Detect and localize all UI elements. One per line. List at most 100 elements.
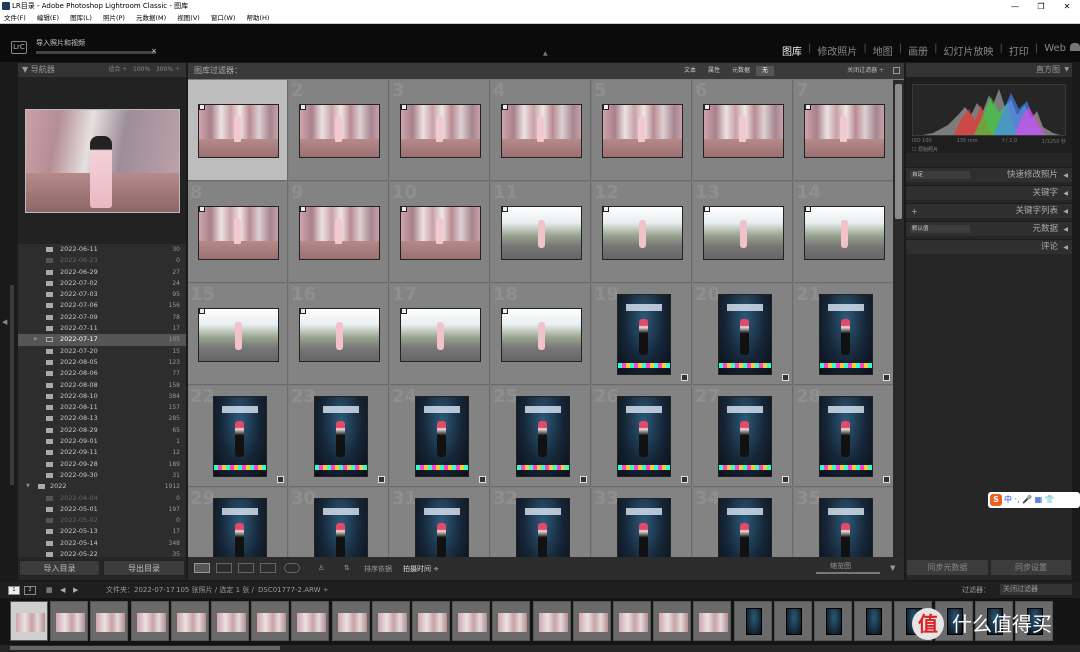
folder-item[interactable]: 2022-08-05 123	[18, 357, 186, 368]
grid-cell[interactable]: 31	[390, 488, 490, 557]
sync-metadata-button[interactable]: 同步元数据	[907, 560, 988, 575]
develop-badge-icon[interactable]	[378, 476, 385, 483]
grid-cell[interactable]: 24	[390, 386, 490, 487]
forward-icon[interactable]: ▶	[73, 582, 78, 598]
grid-cell[interactable]: 4	[491, 80, 591, 181]
grid-cell[interactable]: 20	[693, 284, 793, 385]
grid-cell[interactable]: 12	[592, 182, 692, 283]
filmstrip-cell[interactable]	[613, 601, 651, 641]
folder-item[interactable]: 2022-05-13 17	[18, 526, 186, 537]
lock-icon[interactable]	[893, 67, 900, 74]
expand-icon[interactable]: ◀	[1063, 186, 1068, 201]
left-panel-scrollbar[interactable]	[10, 285, 14, 485]
cloud-icon[interactable]	[1070, 43, 1080, 51]
grid-cell[interactable]: 32	[491, 488, 591, 557]
folder-item[interactable]: 2022-08-29 65	[18, 425, 186, 436]
filter-tab-attribute[interactable]: 属性	[702, 66, 726, 76]
folder-item[interactable]: 2022-07-06 156	[18, 300, 186, 311]
photo-thumbnail[interactable]	[804, 104, 885, 158]
filmstrip-cell[interactable]	[331, 601, 370, 641]
grid-cell[interactable]: 9	[289, 182, 389, 283]
zoom-300[interactable]: 300%	[156, 66, 173, 73]
folder-item[interactable]: 2022-07-03 95	[18, 289, 186, 300]
develop-badge-icon[interactable]	[580, 476, 587, 483]
keywording-header[interactable]: 关键字 ◀	[906, 185, 1072, 200]
filmstrip-cell[interactable]	[412, 601, 450, 641]
metadata-header[interactable]: 默认值 元数据 ◀	[906, 221, 1072, 236]
grid-cell[interactable]: 3	[390, 80, 490, 181]
photo-thumbnail[interactable]	[617, 396, 671, 477]
develop-badge-icon[interactable]	[277, 476, 284, 483]
folder-item[interactable]: 2022-08-11 157	[18, 402, 186, 413]
photo-thumbnail[interactable]	[501, 104, 582, 158]
develop-badge-icon[interactable]	[883, 374, 890, 381]
develop-badge-icon[interactable]	[681, 374, 688, 381]
filmstrip-cell[interactable]	[492, 601, 531, 641]
folder-item[interactable]: 2022-06-23 0	[18, 255, 186, 266]
folder-item[interactable]: 2022-06-29 27	[18, 267, 186, 278]
original-photo-toggle[interactable]: ☐ 原始照片	[912, 146, 938, 153]
grid-cell[interactable]: 8	[188, 182, 288, 283]
filmstrip-cell[interactable]	[814, 601, 852, 641]
grid-cell[interactable]: 21	[794, 284, 893, 385]
photo-thumbnail[interactable]	[299, 206, 380, 260]
menu-file[interactable]: 文件(F)	[4, 14, 26, 22]
grid-cell[interactable]: 11	[491, 182, 591, 283]
import-cancel-icon[interactable]: ×	[151, 47, 157, 55]
photo-thumbnail[interactable]	[314, 498, 368, 557]
collapse-left-icon[interactable]: ◀	[2, 318, 7, 326]
folder-item[interactable]: ▶ 2022-07-17 105	[18, 334, 186, 346]
zoom-fit[interactable]: 适合	[108, 66, 120, 73]
ime-toolbar[interactable]: S中 ·, 🎤 ▦ 👕	[988, 492, 1080, 508]
painter-icon[interactable]: ♙	[318, 564, 324, 572]
people-view-icon[interactable]	[284, 563, 300, 573]
folder-item[interactable]: 2022-05-14 348	[18, 538, 186, 549]
main-window-button[interactable]: 1	[8, 586, 20, 595]
photo-thumbnail[interactable]	[501, 308, 582, 362]
back-icon[interactable]: ◀	[60, 582, 65, 598]
photo-thumbnail[interactable]	[819, 396, 873, 477]
develop-badge-icon[interactable]	[782, 374, 789, 381]
photo-thumbnail[interactable]	[602, 104, 683, 158]
module-slideshow[interactable]: 幻灯片放映	[937, 43, 999, 58]
grid-cell[interactable]: 14	[794, 182, 893, 283]
menu-photo[interactable]: 照片(P)	[103, 14, 125, 22]
develop-badge-icon[interactable]	[782, 476, 789, 483]
grid-cell[interactable]: 30	[289, 488, 389, 557]
navigator-preview-image[interactable]	[25, 109, 180, 213]
filmstrip-cell[interactable]	[50, 601, 89, 641]
photo-thumbnail[interactable]	[299, 308, 380, 362]
grid-cell[interactable]: 13	[693, 182, 793, 283]
expand-icon[interactable]: ◀	[1063, 222, 1068, 237]
filter-tab-metadata[interactable]: 元数据	[726, 66, 756, 76]
grid-cell[interactable]: 7	[794, 80, 893, 181]
menu-view[interactable]: 视图(V)	[177, 14, 200, 22]
survey-view-icon[interactable]	[260, 563, 276, 573]
grid-cell[interactable]	[188, 80, 288, 181]
photo-thumbnail[interactable]	[400, 206, 481, 260]
filmstrip-cell[interactable]	[211, 601, 249, 641]
filmstrip-scrollbar[interactable]	[0, 645, 1080, 652]
comments-header[interactable]: 评论 ◀	[906, 239, 1072, 254]
import-catalog-button[interactable]: 导入目录	[19, 560, 100, 576]
grid-cell[interactable]: 16	[289, 284, 389, 385]
compare-view-icon[interactable]	[238, 563, 254, 573]
grid-cell[interactable]: 29	[188, 488, 288, 557]
metadata-preset[interactable]: 默认值	[910, 225, 970, 233]
expand-icon[interactable]: ◀	[1063, 204, 1068, 219]
grid-cell[interactable]: 2	[289, 80, 389, 181]
photo-thumbnail[interactable]	[516, 498, 570, 557]
filmstrip-cell[interactable]	[90, 601, 129, 641]
histogram-header[interactable]: 直方图 ▼	[906, 63, 1072, 77]
folder-item[interactable]: 2022-06-11 30	[18, 244, 186, 255]
photo-thumbnail[interactable]	[198, 206, 279, 260]
menu-edit[interactable]: 编辑(E)	[37, 14, 59, 22]
grid-cell[interactable]: 35	[794, 488, 893, 557]
grid-cell[interactable]: 10	[390, 182, 490, 283]
grid-cell[interactable]: 34	[693, 488, 793, 557]
develop-badge-icon[interactable]	[883, 476, 890, 483]
filmstrip-cell[interactable]	[371, 601, 410, 641]
filmstrip-cell[interactable]	[130, 601, 169, 641]
filmstrip-cell[interactable]	[854, 601, 893, 641]
module-web[interactable]: Web	[1038, 43, 1072, 58]
